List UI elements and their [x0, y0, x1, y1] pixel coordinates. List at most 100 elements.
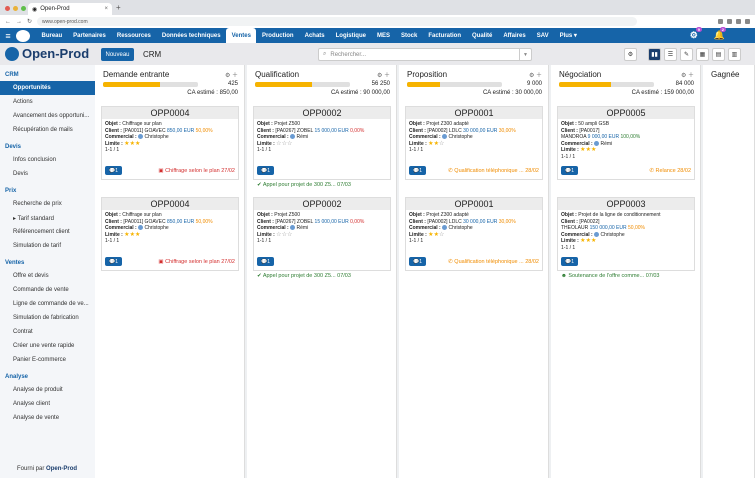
opportunity-card[interactable]: OPP0002 Objet : Projet Z500 Client : [PA02…: [253, 106, 391, 180]
pivot-view-icon[interactable]: ▤: [712, 48, 725, 61]
sidebar-item[interactable]: Commande de vente: [0, 283, 95, 297]
rating-stars[interactable]: ☆☆☆: [276, 141, 292, 147]
rating-stars[interactable]: ★★★: [124, 141, 140, 147]
message-chip[interactable]: 💬 1: [257, 166, 274, 175]
nav-item-11[interactable]: Qualité: [467, 28, 498, 43]
extension-icon[interactable]: [727, 19, 732, 24]
nav-item-7[interactable]: Logistique: [330, 28, 371, 43]
kanban-view-icon[interactable]: ▮▮: [648, 48, 661, 61]
settings-icon[interactable]: ⚙: [624, 48, 637, 61]
menu-icon[interactable]: ≡: [0, 31, 16, 41]
rating-stars[interactable]: ★★★: [580, 147, 596, 153]
star-icon[interactable]: ★: [591, 147, 596, 153]
extension-icon[interactable]: [718, 19, 723, 24]
nav-item-12[interactable]: Affaires: [498, 28, 531, 43]
message-chip[interactable]: 💬 1: [105, 166, 122, 175]
rating-stars[interactable]: ★★☆: [428, 232, 444, 238]
star-icon[interactable]: ☆: [439, 232, 444, 238]
plus-icon[interactable]: ＋: [536, 73, 542, 79]
new-button[interactable]: Nouveau: [101, 48, 134, 61]
rating-stars[interactable]: ☆☆☆: [276, 232, 292, 238]
opportunity-card[interactable]: OPP0005 Objet : 50 ampli GSB Client : [PA0…: [557, 106, 695, 180]
plus-icon[interactable]: ＋: [232, 73, 238, 79]
sidebar-item[interactable]: Analyse client: [0, 397, 95, 411]
list-view-icon[interactable]: ☰: [664, 48, 677, 61]
rating-stars[interactable]: ★★☆: [428, 141, 444, 147]
opportunity-card[interactable]: OPP0001 Objet : Projet Z300 adapté Client …: [405, 106, 543, 180]
sidebar-item[interactable]: Panier E-commerce: [0, 353, 95, 367]
sidebar-section-title[interactable]: Ventes: [0, 257, 95, 269]
nav-item-2[interactable]: Ressources: [111, 28, 156, 43]
star-icon[interactable]: ★: [135, 232, 140, 238]
opportunity-card[interactable]: OPP0004 Objet : Chiffrage sur plan Client …: [101, 197, 239, 271]
sidebar-item[interactable]: Infos conclusion: [0, 153, 95, 167]
sidebar-item[interactable]: Actions: [0, 95, 95, 109]
nav-item-13[interactable]: SAV: [531, 28, 554, 43]
rating-stars[interactable]: ★★★: [124, 232, 140, 238]
rating-stars[interactable]: ★★★: [580, 238, 596, 244]
sidebar-item[interactable]: Opportunités: [0, 81, 95, 95]
brand[interactable]: Open-Prod: [5, 46, 89, 61]
sidebar-section-title[interactable]: Analyse: [0, 371, 95, 383]
card-next-action[interactable]: ✆ Relance 28/02: [649, 168, 691, 174]
sidebar-item[interactable]: Simulation de tarif: [0, 239, 95, 253]
nav-item-1[interactable]: Partenaires: [68, 28, 112, 43]
nav-item-0[interactable]: Bureau: [36, 28, 68, 43]
nav-item-8[interactable]: MES: [371, 28, 395, 43]
nav-item-9[interactable]: Stock: [395, 28, 422, 43]
url-field[interactable]: www.open-prod.com: [37, 17, 638, 26]
nav-item-5[interactable]: Production: [256, 28, 299, 43]
new-tab-icon[interactable]: +: [116, 3, 121, 12]
forward-icon[interactable]: →: [16, 19, 22, 25]
sidebar-item[interactable]: Créer une vente rapide: [0, 339, 95, 353]
calendar-view-icon[interactable]: ▦: [696, 48, 709, 61]
browser-tab[interactable]: ◉ Open-Prod ×: [28, 3, 112, 15]
graph-view-icon[interactable]: ▥: [728, 48, 741, 61]
sidebar-item[interactable]: Devis: [0, 167, 95, 181]
message-chip[interactable]: 💬 1: [561, 257, 578, 266]
star-icon[interactable]: ☆: [287, 141, 292, 147]
gear-icon[interactable]: ⚙: [529, 73, 536, 79]
sidebar-item[interactable]: Simulation de fabrication: [0, 311, 95, 325]
sidebar-section-title[interactable]: Prix: [0, 185, 95, 197]
gear-icon[interactable]: ⚙ 9: [690, 27, 702, 41]
bell-icon[interactable]: 🔔 2: [714, 27, 727, 41]
message-chip[interactable]: 💬 1: [409, 166, 426, 175]
app-logo[interactable]: [16, 29, 30, 42]
star-icon[interactable]: ★: [135, 141, 140, 147]
sidebar-section-title[interactable]: CRM: [0, 69, 95, 81]
extension-icon[interactable]: [745, 19, 750, 24]
opportunity-card[interactable]: OPP0004 Objet : Chiffrage sur plan Client …: [101, 106, 239, 180]
nav-item-14[interactable]: Plus ▾: [554, 28, 582, 43]
sidebar-item[interactable]: Référencement client: [0, 225, 95, 239]
sidebar-item[interactable]: ▸ Tarif standard: [0, 211, 95, 225]
extension-icon[interactable]: [736, 19, 741, 24]
star-icon[interactable]: ☆: [287, 232, 292, 238]
nav-item-6[interactable]: Achats: [299, 28, 330, 43]
opportunity-card[interactable]: OPP0003 Objet : Projet de la ligne de con…: [557, 197, 695, 271]
sidebar-section-title[interactable]: Devis: [0, 141, 95, 153]
sidebar-item[interactable]: Offre et devis: [0, 269, 95, 283]
card-next-action[interactable]: ▣ Chiffrage selon le plan 27/02: [158, 168, 235, 174]
opportunity-card[interactable]: OPP0002 Objet : Projet Z500 Client : [PA02…: [253, 197, 391, 271]
card-next-action[interactable]: ▣ Chiffrage selon le plan 27/02: [158, 259, 235, 265]
nav-item-10[interactable]: Facturation: [423, 28, 467, 43]
opportunity-card[interactable]: OPP0001 Objet : Projet Z300 adapté Client …: [405, 197, 543, 271]
card-activity[interactable]: ☻ Soutenance de l'offre comme... 07/03: [561, 273, 659, 279]
star-icon[interactable]: ★: [591, 238, 596, 244]
gear-icon[interactable]: ⚙: [225, 73, 232, 79]
search-input[interactable]: ⌕ Rechercher... ▼: [318, 48, 532, 61]
card-next-action[interactable]: ✆ Qualification téléphonique ... 28/02: [448, 168, 539, 174]
sidebar-item[interactable]: Contrat: [0, 325, 95, 339]
card-activity[interactable]: ✔ Appel pour projet de 300 Z5... 07/03: [257, 182, 351, 188]
card-activity[interactable]: ✔ Appel pour projet de 300 Z5... 07/03: [257, 273, 351, 279]
sidebar-item[interactable]: Avancement des opportuni...: [0, 109, 95, 123]
message-chip[interactable]: 💬 1: [561, 166, 578, 175]
message-chip[interactable]: 💬 1: [105, 257, 122, 266]
plus-icon[interactable]: ＋: [384, 73, 390, 79]
plus-icon[interactable]: ＋: [688, 73, 694, 79]
message-chip[interactable]: 💬 1: [409, 257, 426, 266]
back-icon[interactable]: ←: [5, 19, 11, 25]
sidebar-item[interactable]: Ligne de commande de ve...: [0, 297, 95, 311]
chevron-down-icon[interactable]: ▼: [519, 49, 531, 60]
